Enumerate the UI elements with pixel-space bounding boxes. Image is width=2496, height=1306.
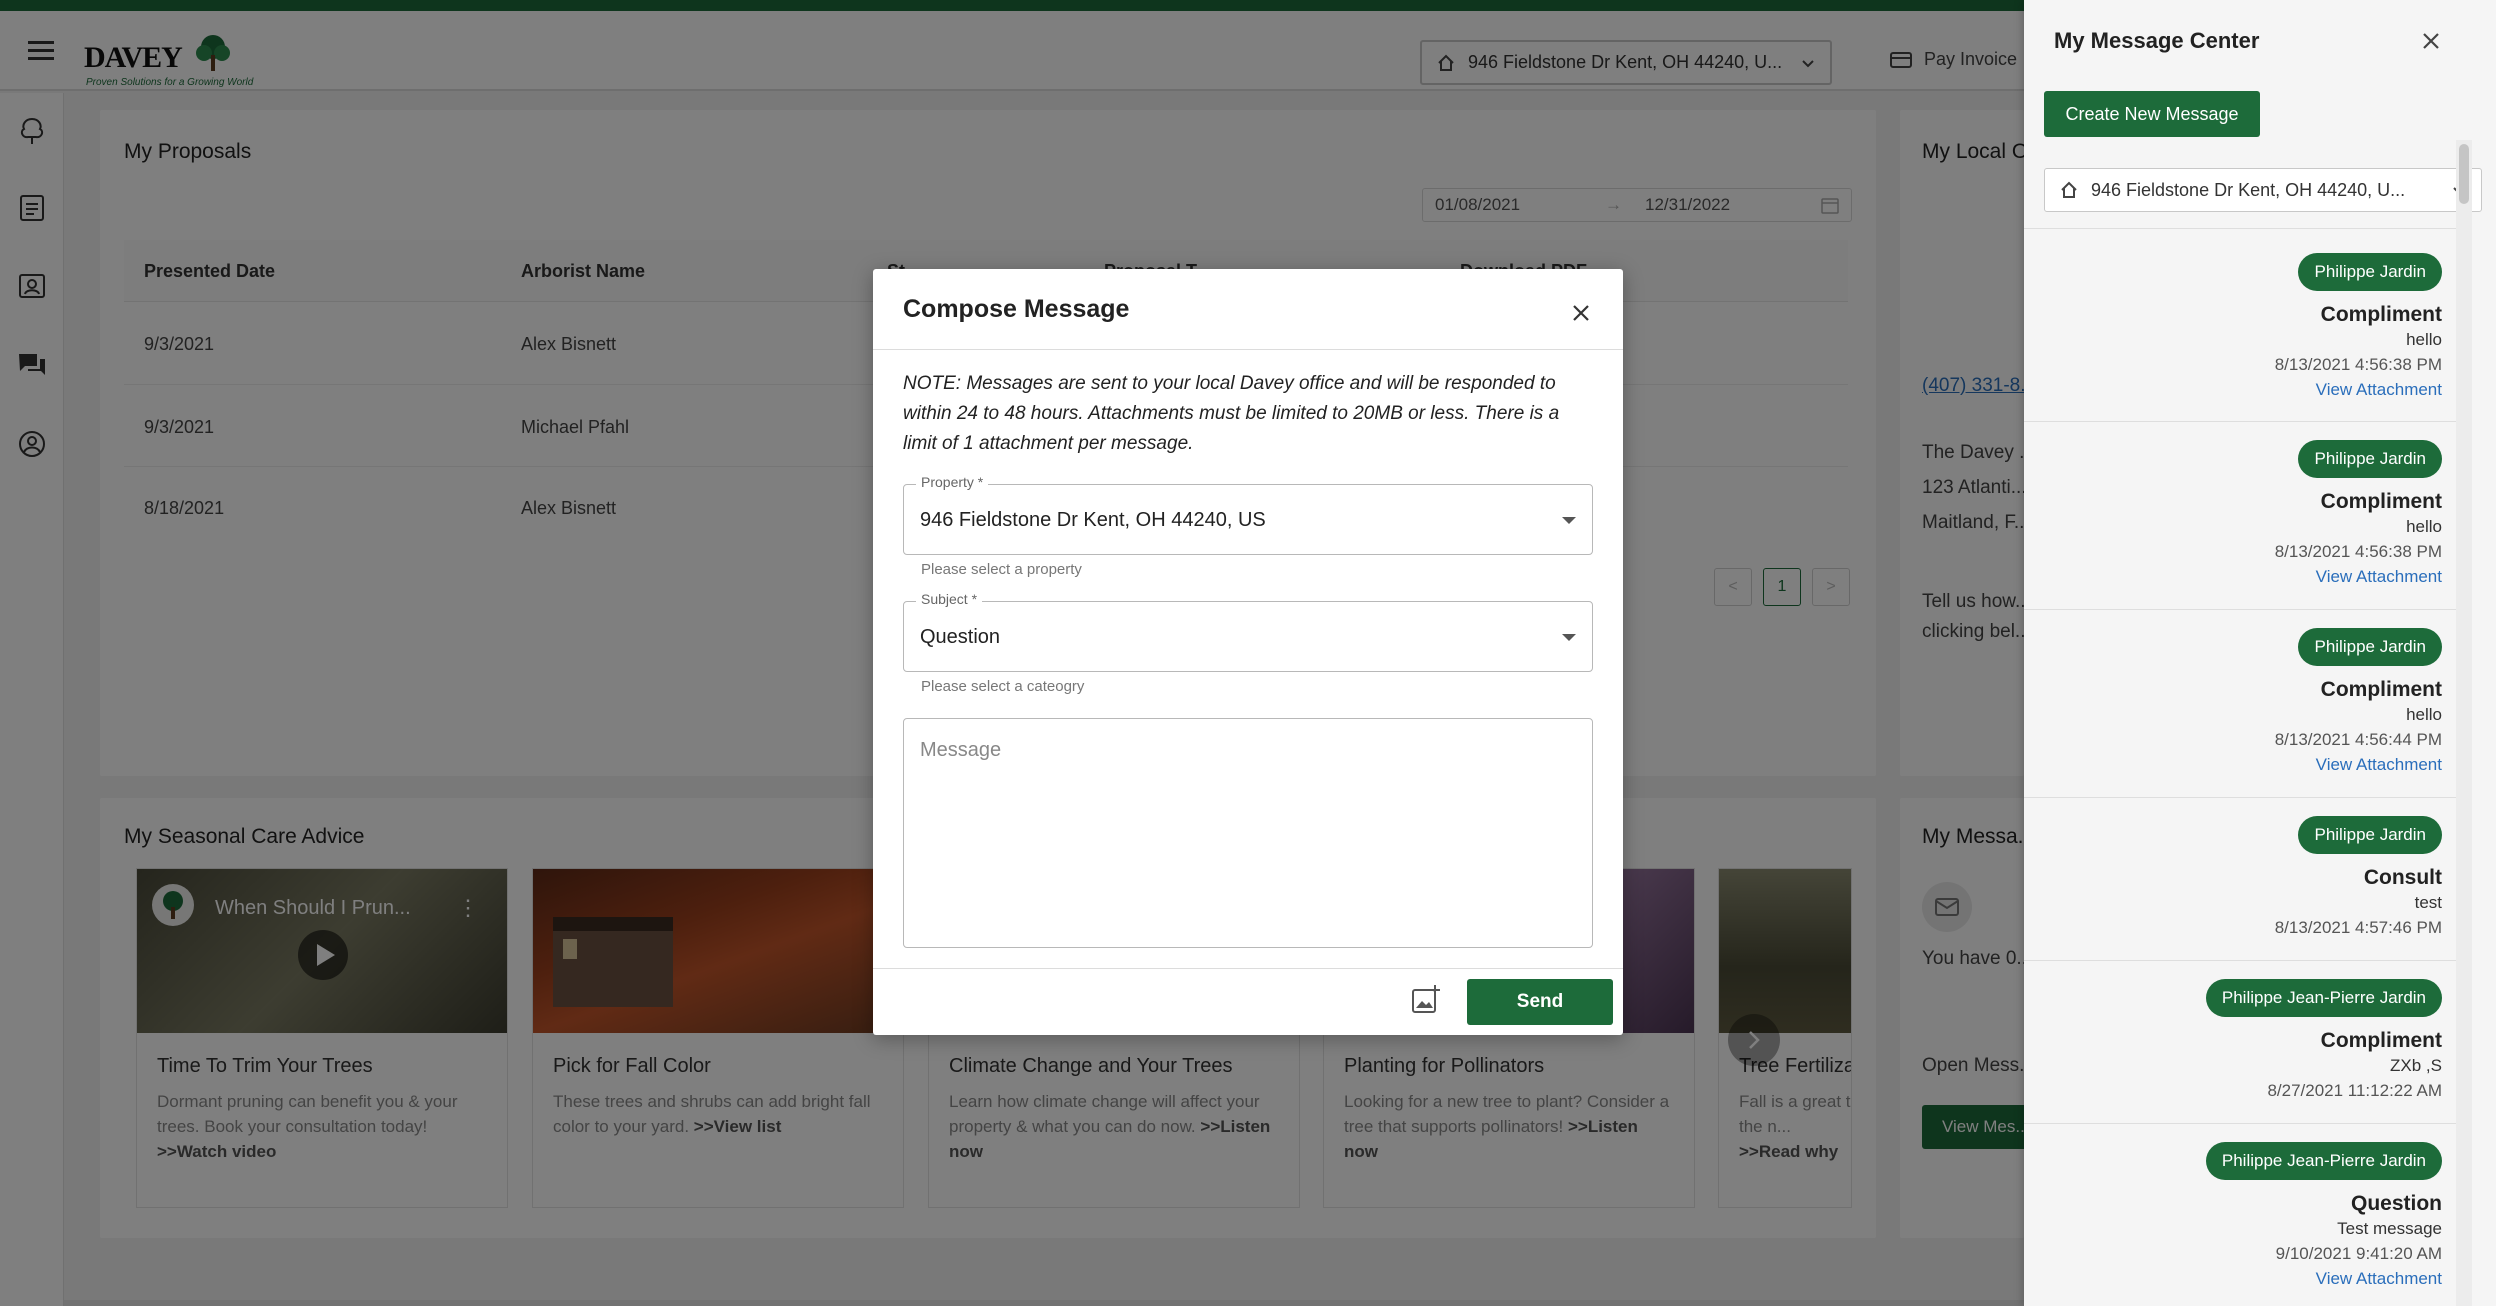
message-date: 9/10/2021 9:41:20 AM <box>2275 1244 2442 1263</box>
message-date: 8/13/2021 4:56:38 PM <box>2274 355 2442 374</box>
compose-message-dialog: Compose Message NOTE: Messages are sent … <box>873 269 1623 1035</box>
list-item[interactable]: Philippe Jardin Consult test 8/13/2021 4… <box>2024 797 2456 960</box>
compose-title: Compose Message <box>903 295 1130 323</box>
author-badge: Philippe Jean-Pierre Jardin <box>2205 1142 2442 1180</box>
message-text: Test message <box>2337 1219 2442 1238</box>
message-field[interactable] <box>903 718 1593 948</box>
author-badge: Philippe Jardin <box>2298 440 2442 478</box>
author-badge: Philippe Jean-Pierre Jardin <box>2205 979 2442 1017</box>
create-new-message-button[interactable]: Create New Message <box>2044 91 2260 137</box>
list-item[interactable]: Philippe Jardin Compliment hello 8/13/20… <box>2024 421 2456 609</box>
message-text: test <box>2414 893 2442 912</box>
message-subject: Consult <box>2363 866 2442 889</box>
subject-select[interactable]: Subject * Question <box>903 591 1593 672</box>
message-subject: Compliment <box>2320 490 2442 513</box>
message-text: hello <box>2406 705 2442 724</box>
list-item[interactable]: Philippe Jardin Compliment hello 8/13/20… <box>2024 609 2456 797</box>
list-item[interactable]: Philippe Jardin Compliment hello 8/13/20… <box>2024 228 2456 421</box>
message-text: ZXb ,S <box>2390 1056 2442 1075</box>
subject-value: Question <box>920 626 1001 648</box>
close-icon[interactable] <box>2414 24 2448 58</box>
message-subject: Compliment <box>2320 1029 2442 1052</box>
drawer-scroll-thumb[interactable] <box>2459 144 2469 204</box>
dropdown-caret-icon <box>1562 517 1576 524</box>
message-text: hello <box>2406 517 2442 536</box>
drawer-scrollbar[interactable] <box>2456 140 2472 1306</box>
message-textarea[interactable] <box>904 719 1592 947</box>
view-attachment-link[interactable]: View Attachment <box>2316 567 2442 587</box>
dropdown-caret-icon <box>1562 634 1576 641</box>
view-attachment-link[interactable]: View Attachment <box>2316 755 2442 775</box>
send-button[interactable]: Send <box>1467 979 1613 1025</box>
message-center-title: My Message Center <box>2054 28 2260 53</box>
message-date: 8/13/2021 4:56:38 PM <box>2274 542 2442 561</box>
property-select[interactable]: Property * 946 Fieldstone Dr Kent, OH 44… <box>903 474 1593 555</box>
message-subject: Compliment <box>2320 303 2442 326</box>
modal-footer-divider <box>873 968 1623 969</box>
drawer-property-select[interactable]: 946 Fieldstone Dr Kent, OH 44240, U... <box>2044 168 2482 212</box>
drawer-property-text: 946 Fieldstone Dr Kent, OH 44240, U... <box>2091 179 2406 200</box>
property-label: Property * <box>916 474 989 490</box>
view-attachment-link[interactable]: View Attachment <box>2316 380 2442 400</box>
add-image-icon[interactable] <box>1408 981 1444 1017</box>
author-badge: Philippe Jardin <box>2298 628 2442 666</box>
author-badge: Philippe Jardin <box>2298 816 2442 854</box>
subject-helper-text: Please select a cateogry <box>921 678 1085 695</box>
author-badge: Philippe Jardin <box>2298 253 2442 291</box>
property-helper-text: Please select a property <box>921 561 1082 578</box>
compose-note: NOTE: Messages are sent to your local Da… <box>903 373 1560 454</box>
message-date: 8/13/2021 4:56:44 PM <box>2274 730 2442 749</box>
message-date: 8/13/2021 4:57:46 PM <box>2274 918 2442 937</box>
view-attachment-link[interactable]: View Attachment <box>2316 1269 2442 1289</box>
message-subject: Question <box>2350 1192 2442 1215</box>
property-value: 946 Fieldstone Dr Kent, OH 44240, US <box>920 509 1266 531</box>
modal-header-divider <box>873 349 1623 350</box>
list-item[interactable]: Philippe Jean-Pierre Jardin Question Tes… <box>2024 1123 2456 1306</box>
message-text: hello <box>2406 330 2442 349</box>
close-icon[interactable] <box>1561 293 1601 333</box>
home-icon <box>2061 181 2077 198</box>
list-item[interactable]: Philippe Jean-Pierre Jardin Compliment Z… <box>2024 960 2456 1123</box>
message-date: 8/27/2021 11:12:22 AM <box>2267 1081 2442 1100</box>
subject-label: Subject * <box>916 591 983 607</box>
message-subject: Compliment <box>2320 678 2442 701</box>
